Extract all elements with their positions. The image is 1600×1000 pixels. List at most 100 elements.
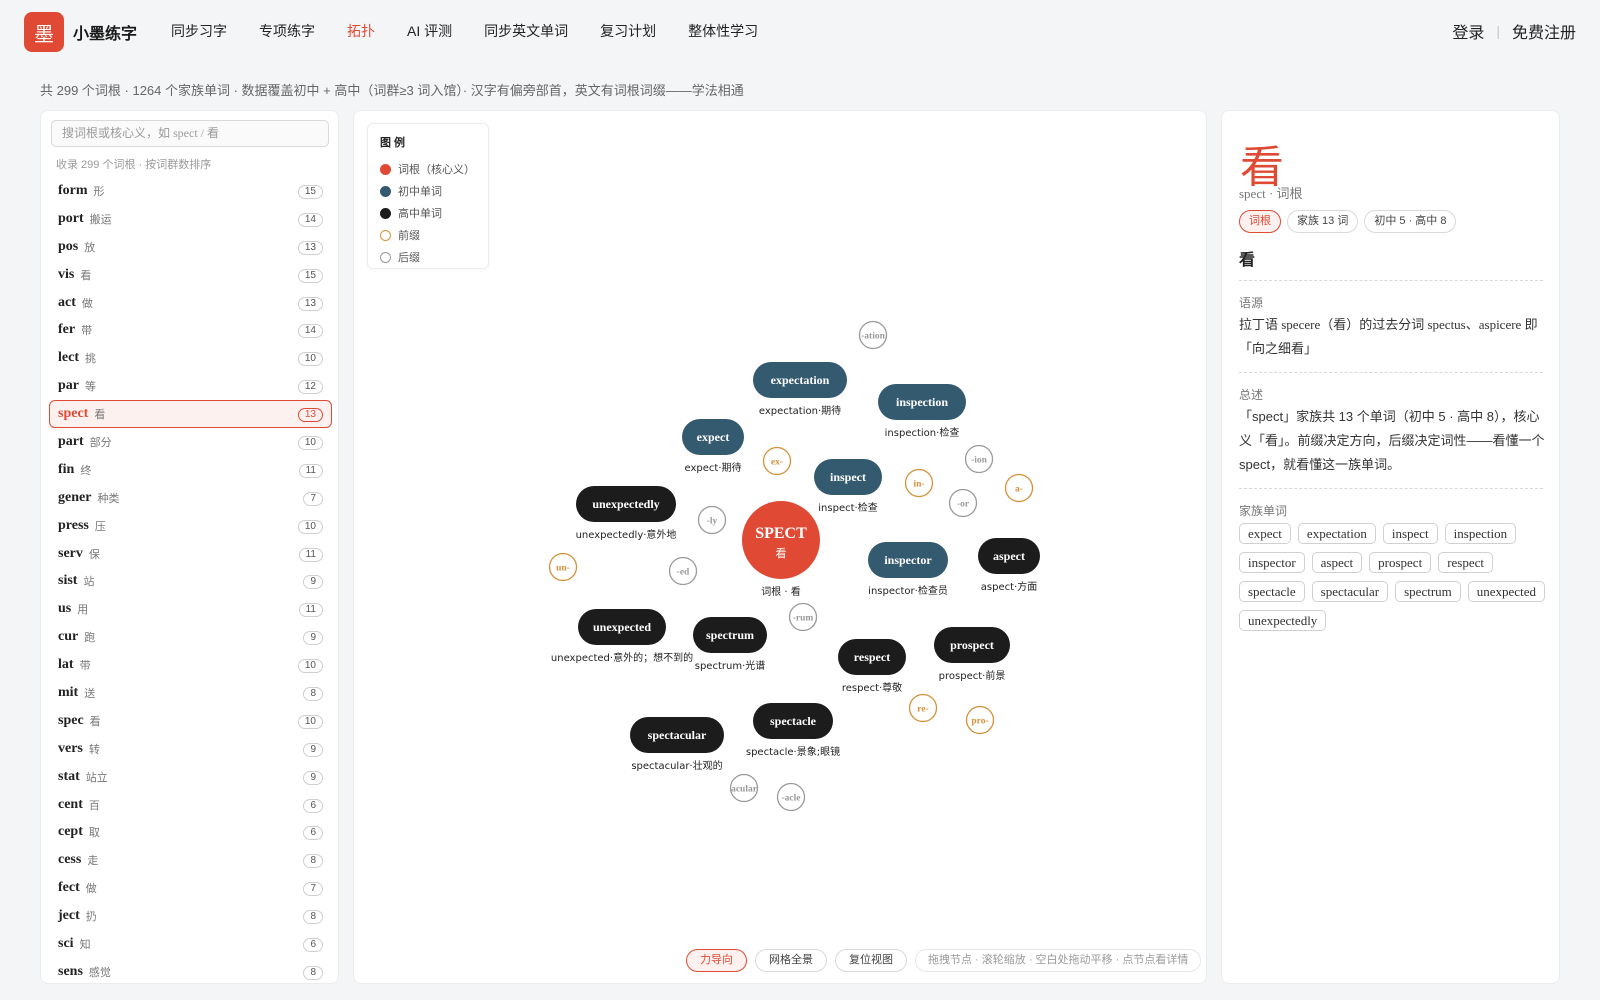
family-word-expect[interactable]: expect bbox=[1239, 523, 1291, 544]
prefix-node-in[interactable]: in- bbox=[904, 468, 934, 498]
brand-name[interactable]: 小墨练字 bbox=[73, 20, 137, 44]
login-link[interactable]: 登录 bbox=[1452, 19, 1484, 43]
graph-node-expectation[interactable]: expectation expectation·期待 bbox=[753, 362, 847, 417]
nav-item-sync-writing[interactable]: 同步习字 bbox=[171, 21, 227, 41]
nav-item-holistic[interactable]: 整体性学习 bbox=[688, 21, 758, 41]
graph-node-inspection[interactable]: inspection inspection·检查 bbox=[878, 384, 966, 439]
graph-node-spectacle[interactable]: spectacle spectacle·景象;眼镜 bbox=[746, 703, 840, 758]
root-item-act[interactable]: act 做 13 bbox=[49, 289, 332, 317]
suffix-node-or[interactable]: -or bbox=[948, 488, 978, 518]
root-item-pos[interactable]: pos 放 13 bbox=[49, 233, 332, 261]
grid-overview-button[interactable]: 网格全景 bbox=[755, 949, 827, 972]
family-word-aspect[interactable]: aspect bbox=[1311, 552, 1363, 573]
suffix-node-ed[interactable]: -ed bbox=[668, 556, 698, 586]
prefix-node-un[interactable]: un- bbox=[548, 552, 578, 582]
root-item-ject[interactable]: ject 扔 8 bbox=[49, 902, 332, 930]
root-item-fin[interactable]: fin 终 11 bbox=[49, 456, 332, 484]
family-word-inspector[interactable]: inspector bbox=[1239, 552, 1305, 573]
affix-node-label: -acle bbox=[782, 794, 801, 804]
root-item-vers[interactable]: vers 转 9 bbox=[49, 735, 332, 763]
graph-node-unexpectedly[interactable]: unexpectedly unexpectedly·意外地 bbox=[576, 486, 677, 541]
root-meaning: 看 bbox=[80, 269, 92, 282]
nav-item-special-practice[interactable]: 专项练字 bbox=[259, 21, 315, 41]
root-meaning: 挑 bbox=[84, 353, 96, 366]
root-item-us[interactable]: us 用 11 bbox=[49, 595, 332, 623]
root-item-fect[interactable]: fect 做 7 bbox=[49, 874, 332, 902]
prefix-node-pro[interactable]: pro- bbox=[965, 705, 995, 735]
root-item-gener[interactable]: gener 种类 7 bbox=[49, 484, 332, 512]
root-item-spect[interactable]: spect 看 13 bbox=[49, 400, 332, 429]
root-item-part[interactable]: part 部分 10 bbox=[49, 428, 332, 456]
root-item-stat[interactable]: stat 站立 9 bbox=[49, 763, 332, 791]
root-item-lat[interactable]: lat 带 10 bbox=[49, 651, 332, 679]
family-word-list: expect expectation inspect inspection inspec… bbox=[1239, 523, 1549, 631]
suffix-node-acular[interactable]: acular bbox=[729, 773, 759, 803]
root-word-count-badge: 10 bbox=[297, 352, 323, 367]
prefix-node-a[interactable]: a- bbox=[1004, 473, 1034, 503]
root-item-cent[interactable]: cent 百 6 bbox=[49, 791, 332, 819]
family-word-spectacular[interactable]: spectacular bbox=[1311, 581, 1389, 602]
root-item-spec[interactable]: spec 看 10 bbox=[49, 707, 332, 735]
topology-canvas[interactable]: SPECT 看词根 · 看 expectation expectation·期待 ins… bbox=[353, 110, 1207, 984]
root-item-sens[interactable]: sens 感觉 8 bbox=[49, 958, 332, 983]
suffix-node-ly[interactable]: -ly bbox=[697, 505, 727, 535]
family-word-respect[interactable]: respect bbox=[1438, 552, 1493, 573]
root-item-par[interactable]: par 等 12 bbox=[49, 372, 332, 400]
suffix-node-ion[interactable]: -ion bbox=[964, 444, 994, 474]
root-name: serv bbox=[58, 545, 83, 561]
family-word-expectation[interactable]: expectation bbox=[1297, 523, 1376, 544]
word-node-label: unexpectedly bbox=[592, 497, 659, 511]
logo-icon[interactable]: 墨 bbox=[24, 12, 64, 52]
register-link[interactable]: 免费注册 bbox=[1512, 19, 1576, 43]
nav-item-review-plan[interactable]: 复习计划 bbox=[600, 21, 656, 41]
root-item-press[interactable]: press 压 10 bbox=[49, 512, 332, 540]
nav-item-english-words[interactable]: 同步英文单词 bbox=[484, 21, 568, 41]
graph-node-inspect[interactable]: inspect inspect·检查 bbox=[814, 459, 882, 514]
family-word-spectacle[interactable]: spectacle bbox=[1239, 581, 1305, 602]
root-item-mit[interactable]: mit 送 8 bbox=[49, 679, 332, 707]
auth-links: 登录 | 免费注册 bbox=[1452, 19, 1576, 43]
family-word-inspection[interactable]: inspection bbox=[1444, 523, 1517, 544]
prefix-node-ex[interactable]: ex- bbox=[762, 446, 792, 476]
root-search-input[interactable] bbox=[51, 120, 329, 147]
graph-node-spectacular[interactable]: spectacular spectacular·壮观的 bbox=[630, 717, 724, 772]
root-item-lect[interactable]: lect 挑 10 bbox=[49, 344, 332, 372]
root-item-cess[interactable]: cess 走 8 bbox=[49, 846, 332, 874]
force-layout-button[interactable]: 力导向 bbox=[686, 949, 747, 972]
suffix-node-ation[interactable]: -ation bbox=[858, 320, 888, 350]
reset-view-button[interactable]: 复位视图 bbox=[835, 949, 907, 972]
word-node-label: spectacular bbox=[648, 728, 707, 742]
graph-node-prospect[interactable]: prospect prospect·前景 bbox=[934, 627, 1010, 682]
root-item-serv[interactable]: serv 保 11 bbox=[49, 540, 332, 568]
root-meaning: 做 bbox=[81, 297, 93, 310]
root-item-vis[interactable]: vis 看 15 bbox=[49, 261, 332, 289]
graph-node-aspect[interactable]: aspect aspect·方面 bbox=[978, 538, 1040, 593]
graph-node-root-spect[interactable]: SPECT 看词根 · 看 bbox=[742, 501, 820, 598]
family-word-prospect[interactable]: prospect bbox=[1369, 552, 1432, 573]
word-node-caption: spectacular·壮观的 bbox=[631, 759, 722, 772]
family-word-spectrum[interactable]: spectrum bbox=[1395, 581, 1461, 602]
root-item-port[interactable]: port 搬运 14 bbox=[49, 205, 332, 233]
graph-node-expect[interactable]: expect expect·期待 bbox=[682, 419, 744, 474]
nav-item-topology[interactable]: 拓扑 bbox=[347, 21, 375, 41]
root-meaning: 站 bbox=[83, 576, 95, 589]
etymology-title: 语源 bbox=[1239, 296, 1264, 310]
nav-item-ai-eval[interactable]: AI 评测 bbox=[407, 21, 452, 41]
root-item-sist[interactable]: sist 站 9 bbox=[49, 567, 332, 595]
graph-node-respect[interactable]: respect respect·尊敬 bbox=[838, 639, 906, 694]
root-item-sci[interactable]: sci 知 6 bbox=[49, 930, 332, 958]
suffix-node-rum[interactable]: -rum bbox=[788, 602, 818, 632]
suffix-node-acle[interactable]: -acle bbox=[776, 782, 806, 812]
graph-node-spectrum[interactable]: spectrum spectrum·光谱 bbox=[693, 617, 767, 672]
root-item-form[interactable]: form 形 15 bbox=[49, 177, 332, 205]
word-node-label: prospect bbox=[950, 638, 994, 652]
family-word-unexpectedly[interactable]: unexpectedly bbox=[1239, 610, 1327, 631]
graph-node-inspector[interactable]: inspector inspector·检查员 bbox=[868, 542, 948, 597]
root-item-fer[interactable]: fer 带 14 bbox=[49, 316, 332, 344]
root-item-cur[interactable]: cur 跑 9 bbox=[49, 623, 332, 651]
graph-node-unexpected[interactable]: unexpected unexpected·意外的；想不到的 bbox=[551, 609, 693, 664]
root-item-cept[interactable]: cept 取 6 bbox=[49, 818, 332, 846]
prefix-node-re[interactable]: re- bbox=[908, 693, 938, 723]
family-word-unexpected[interactable]: unexpected bbox=[1467, 581, 1545, 602]
family-word-inspect[interactable]: inspect bbox=[1382, 523, 1438, 544]
